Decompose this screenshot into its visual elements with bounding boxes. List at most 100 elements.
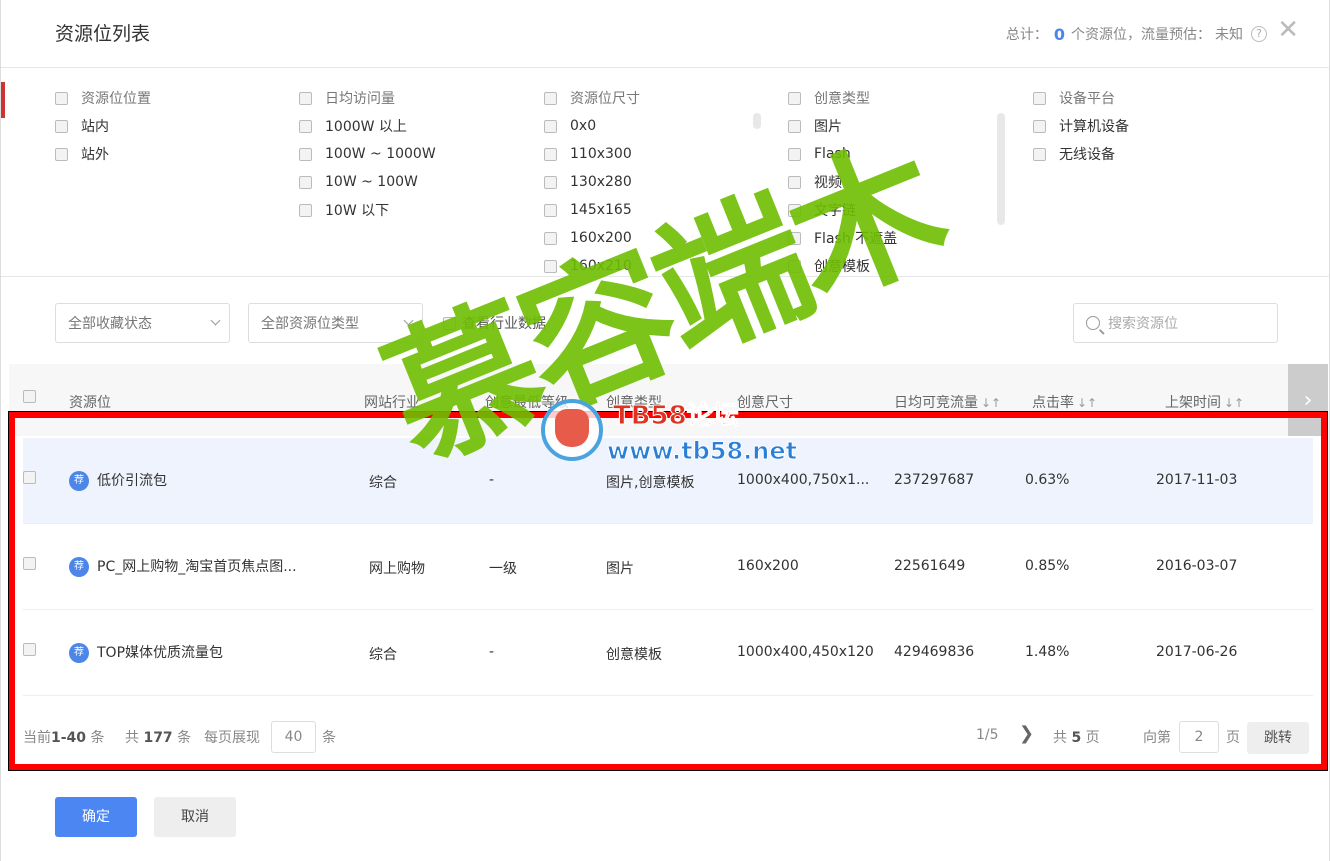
checkbox[interactable] [1033, 91, 1046, 105]
filter-option[interactable]: 130x280 [544, 168, 774, 196]
industry-data-toggle[interactable]: 查看行业数据 [443, 313, 546, 333]
ctr-cell: 0.85% [1025, 558, 1070, 574]
resource-name[interactable]: 荐低价引流包 [69, 470, 167, 491]
checkbox[interactable] [55, 147, 68, 161]
close-icon[interactable]: ✕ [1277, 16, 1299, 44]
size-scrollbar[interactable] [753, 113, 761, 129]
scroll-right-button[interactable]: › [1288, 364, 1328, 436]
filter-option[interactable]: 无线设备 [1033, 140, 1263, 168]
confirm-button[interactable]: 确定 [55, 797, 137, 837]
select-all-checkbox[interactable] [23, 390, 36, 403]
filter-option[interactable]: 创意模板 [788, 252, 1018, 276]
creative-scrollbar[interactable] [997, 113, 1005, 225]
filter-head[interactable]: 资源位尺寸 [544, 84, 774, 112]
search-icon [1086, 316, 1100, 330]
jump-button[interactable]: 跳转 [1247, 722, 1309, 754]
goto-page-input[interactable]: 2 [1179, 721, 1219, 753]
dialog-header: 资源位列表 总计： 0 个资源位，流量预估： 未知 ? ✕ [1, 0, 1329, 68]
checkbox[interactable] [299, 91, 312, 105]
col-date-label: 上架时间 [1165, 395, 1221, 411]
checkbox[interactable] [788, 175, 801, 189]
filter-head[interactable]: 日均访问量 [299, 84, 529, 112]
row-checkbox[interactable] [23, 471, 36, 484]
checkbox[interactable] [55, 119, 68, 133]
level-cell: - [489, 644, 495, 660]
filter-group-device: 设备平台 计算机设备 无线设备 [1033, 84, 1263, 168]
next-page-icon[interactable]: ❯ [1019, 723, 1034, 744]
checkbox[interactable] [544, 203, 557, 217]
sort-icon[interactable]: ↓↑ [981, 396, 1001, 410]
filter-option[interactable]: 1000W 以上 [299, 112, 529, 140]
table-row[interactable]: 荐 TOP媒体优质流量包 综合 - 创意模板 1000x400,450x120 4… [23, 610, 1313, 696]
filter-option[interactable]: 160x200 [544, 224, 774, 252]
summary-estimate: 未知 [1215, 27, 1243, 43]
checkbox[interactable] [544, 91, 557, 105]
filter-option[interactable]: 100W ~ 1000W [299, 140, 529, 168]
filter-head[interactable]: 资源位位置 [55, 84, 285, 112]
checkbox[interactable] [299, 175, 312, 189]
dialog-footer: 确定 取消 [1, 790, 1329, 850]
table-row[interactable]: 荐 PC_网上购物_淘宝首页焦点图... 网上购物 一级 图片 160x200 2… [23, 524, 1313, 610]
checkbox[interactable] [788, 91, 801, 105]
filter-option[interactable]: 145x165 [544, 196, 774, 224]
search-input[interactable]: 搜索资源位 [1073, 303, 1278, 343]
checkbox[interactable] [544, 231, 557, 245]
sort-icon[interactable]: ↓↑ [1224, 396, 1244, 410]
resource-type-select[interactable]: 全部资源位类型 [248, 303, 423, 343]
select-value: 全部资源位类型 [261, 316, 359, 332]
filter-option[interactable]: 160x210 [544, 252, 774, 276]
row-checkbox[interactable] [23, 643, 36, 656]
checkbox[interactable] [788, 147, 801, 161]
filter-option-label: 160x210 [570, 258, 632, 274]
help-icon[interactable]: ? [1251, 26, 1267, 42]
recommend-badge: 荐 [69, 557, 89, 577]
checkbox[interactable] [788, 203, 801, 217]
filter-option[interactable]: Flash 不遮盖 [788, 224, 1018, 252]
checkbox[interactable] [788, 231, 801, 245]
resource-name[interactable]: 荐 PC_网上购物_淘宝首页焦点图... [69, 556, 297, 577]
checkbox[interactable] [788, 119, 801, 133]
filter-option[interactable]: 110x300 [544, 140, 774, 168]
checkbox[interactable] [55, 91, 68, 105]
collect-status-select[interactable]: 全部收藏状态 [55, 303, 230, 343]
checkbox[interactable] [299, 147, 312, 161]
resource-name[interactable]: 荐 TOP媒体优质流量包 [69, 642, 223, 663]
filter-option[interactable]: 视频 [788, 168, 1018, 196]
table-row[interactable]: 荐低价引流包 综合 - 图片,创意模板 1000x400,750x1... 23… [23, 438, 1313, 524]
col-traffic-label: 日均可竞流量 [894, 395, 978, 411]
date-cell: 2017-06-26 [1156, 644, 1238, 660]
filter-option[interactable]: 图片 [788, 112, 1018, 140]
filter-head[interactable]: 创意类型 [788, 84, 1018, 112]
col-date[interactable]: 上架时间 ↓↑ [1165, 392, 1244, 412]
row-checkbox[interactable] [23, 557, 36, 570]
checkbox[interactable] [1033, 147, 1046, 161]
traffic-cell: 237297687 [894, 472, 975, 488]
filter-option[interactable]: 站内 [55, 112, 285, 140]
filter-option[interactable]: 计算机设备 [1033, 112, 1263, 140]
checkbox[interactable] [443, 316, 456, 330]
type-cell: 创意模板 [606, 647, 662, 663]
checkbox[interactable] [299, 203, 312, 217]
goto-prefix: 向第 [1143, 730, 1171, 746]
filter-head[interactable]: 设备平台 [1033, 84, 1263, 112]
checkbox[interactable] [1033, 119, 1046, 133]
cancel-button[interactable]: 取消 [154, 797, 236, 837]
filter-option[interactable]: 站外 [55, 140, 285, 168]
filter-option[interactable]: 0x0 [544, 112, 774, 140]
checkbox[interactable] [544, 175, 557, 189]
checkbox[interactable] [544, 119, 557, 133]
per-page-input[interactable]: 40 [271, 721, 316, 753]
total-pages: 共 5 页 [1053, 730, 1100, 746]
checkbox[interactable] [544, 259, 557, 273]
filter-option[interactable]: 10W ~ 100W [299, 168, 529, 196]
col-ctr[interactable]: 点击率 ↓↑ [1032, 392, 1097, 412]
checkbox[interactable] [299, 119, 312, 133]
col-traffic[interactable]: 日均可竞流量 ↓↑ [894, 392, 1001, 412]
filter-option[interactable]: 10W 以下 [299, 196, 529, 224]
checkbox[interactable] [544, 147, 557, 161]
checkbox[interactable] [788, 259, 801, 273]
filter-option[interactable]: 文字链 [788, 196, 1018, 224]
sort-icon[interactable]: ↓↑ [1077, 396, 1097, 410]
filter-head-label: 资源位尺寸 [570, 91, 640, 107]
filter-option[interactable]: Flash [788, 140, 1018, 168]
